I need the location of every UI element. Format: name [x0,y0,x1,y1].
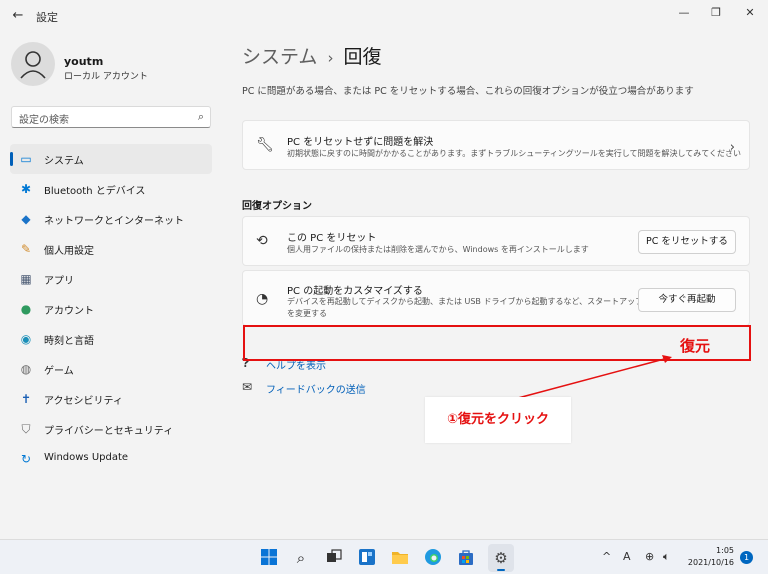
wrench-icon: 🔧︎ [256,137,274,153]
back-arrow-icon: ← [12,8,24,23]
sidebar-item-label: ゲーム [44,366,74,377]
update-icon: ↻ [20,452,32,466]
minimize-button[interactable]: — [668,3,700,23]
reset-pc-desc: 個人用ファイルの保持または削除を選んでから、Windows を再インストールしま… [287,245,589,254]
reset-pc-card: ⟲ この PC をリセット 個人用ファイルの保持または削除を選んでから、Wind… [242,216,750,266]
clock-time: 1:05 [716,546,734,555]
back-button[interactable]: ← [8,6,28,26]
section-title: 回復オプション [242,201,312,212]
sidebar-item-0[interactable]: ▭ システム [10,144,212,174]
page-title: 回復 [343,46,382,68]
startup-icon: ◔ [256,291,269,307]
tray-overflow-chevron[interactable]: ^ [602,550,611,563]
advanced-startup-card: ◔ PC の起動をカスタマイズする デバイスを再起動してディスクから起動、または… [242,270,750,326]
sidebar-item-7[interactable]: ◍ ゲーム [10,354,212,384]
avatar[interactable] [11,42,55,86]
sidebar-item-3[interactable]: ✎ 個人用設定 [10,234,212,264]
sidebar-item-label: 個人用設定 [44,246,94,257]
sidebar-item-label: Windows Update [44,452,129,463]
sidebar-item-label: Bluetooth とデバイス [44,186,146,197]
annotation-highlight-box [243,325,751,361]
sidebar-item-2[interactable]: ◆ ネットワークとインターネット [10,204,212,234]
sidebar-item-label: 時刻と言語 [44,336,94,347]
breadcrumb: システム › 回復 [242,42,381,69]
task-view-icon[interactable] [324,548,344,568]
globe-clock-icon: ◉ [20,332,32,346]
sidebar-item-label: ネットワークとインターネット [44,216,184,227]
wifi-icon: ◆ [21,212,31,226]
chevron-right-icon: › [729,140,735,155]
troubleshoot-card[interactable]: 🔧︎ PC をリセットせずに問題を解決 初期状態に戻すのに時間がかかることがあり… [242,120,750,170]
reset-pc-button[interactable]: PC をリセットする [638,230,736,254]
annotation-callout: ①復元をクリック [425,397,571,443]
search-placeholder: 設定の検索 [19,115,69,126]
sidebar-item-9[interactable]: ⛉ プライバシーとセキュリティ [10,414,212,444]
sidebar-item-4[interactable]: ▦ アプリ [10,264,212,294]
clock[interactable]: 1:05 2021/10/16 [686,545,734,569]
network-icon[interactable]: ⊕ [645,550,654,563]
feedback-icon: ✉︎ [242,380,253,394]
sidebar-item-label: アプリ [44,276,74,287]
sidebar-item-10[interactable]: ↻ Windows Update [10,444,212,474]
feedback-link[interactable]: フィードバックの送信 [266,381,366,396]
breadcrumb-parent[interactable]: システム [242,46,317,68]
profile-account-type: ローカル アカウント [64,72,148,82]
search-icon[interactable]: ⌕ [291,548,311,568]
close-button[interactable]: ✕ [734,3,766,23]
sidebar-item-label: アカウント [44,306,94,317]
clock-date: 2021/10/16 [687,558,734,567]
sidebar-item-5[interactable]: ● アカウント [10,294,212,324]
person-avatar-icon [20,51,46,79]
monitor-icon: ▭ [20,152,32,166]
advanced-startup-title: PC の起動をカスタマイズする [287,286,423,297]
person-icon: ● [20,302,32,316]
taskbar: ⌕ ⚙ ^ A ⊕ 🔈︎ 1:05 2021/10/16 1 [0,539,768,574]
apps-icon: ▦ [20,272,32,286]
advanced-startup-desc-line1: デバイスを再起動してディスクから起動、または USB ドライブから起動するなど、… [287,297,660,306]
gamepad-icon: ◍ [20,362,32,376]
sidebar-item-label: アクセシビリティ [44,396,123,407]
troubleshoot-desc: 初期状態に戻すのに時間がかかることがあります。まずトラブルシューティングツールを… [287,149,741,158]
reset-pc-icon: ⟲ [256,233,268,249]
edge-icon[interactable] [423,548,443,568]
notification-badge[interactable]: 1 [740,551,753,564]
annotation-label: 復元 [680,337,711,355]
ime-indicator[interactable]: A [623,550,631,563]
reset-pc-title: この PC をリセット [287,233,377,244]
sidebar-item-1[interactable]: ✱ Bluetooth とデバイス [10,174,212,204]
accessibility-icon: ✝ [20,392,32,406]
maximize-button[interactable]: ❐ [700,3,732,23]
bluetooth-icon: ✱ [20,182,32,196]
profile-name: youtm [64,55,104,68]
sidebar-item-6[interactable]: ◉ 時刻と言語 [10,324,212,354]
widgets-icon[interactable] [357,548,377,568]
start-icon[interactable] [259,548,279,568]
advanced-startup-desc-line2: を変更する [287,309,327,318]
search-icon: ⌕ [197,110,204,123]
sidebar-item-label: システム [44,156,84,167]
search-input[interactable]: 設定の検索 ⌕ [11,106,211,128]
settings-icon[interactable]: ⚙ [491,548,511,568]
sidebar-item-label: プライバシーとセキュリティ [44,426,174,437]
sidebar-item-8[interactable]: ✝ アクセシビリティ [10,384,212,414]
title-bar: ← 設定 — ❐ ✕ [0,0,768,32]
restart-now-button[interactable]: 今すぐ再起動 [638,288,736,312]
breadcrumb-separator: › [327,49,334,67]
volume-icon[interactable]: 🔈︎ [663,550,670,564]
sidebar-nav: ▭ システム ✱ Bluetooth とデバイス ◆ ネットワークとインターネット ✎ 個人用… [10,144,212,474]
shield-icon: ⛉ [21,422,31,436]
store-icon[interactable] [456,548,476,568]
file-explorer-icon[interactable] [390,548,410,568]
brush-icon: ✎ [20,242,32,256]
troubleshoot-title: PC をリセットせずに問題を解決 [287,137,434,148]
app-title: 設定 [36,11,58,24]
page-description: PC に問題がある場合、または PC をリセットする場合、これらの回復オプション… [242,86,694,97]
